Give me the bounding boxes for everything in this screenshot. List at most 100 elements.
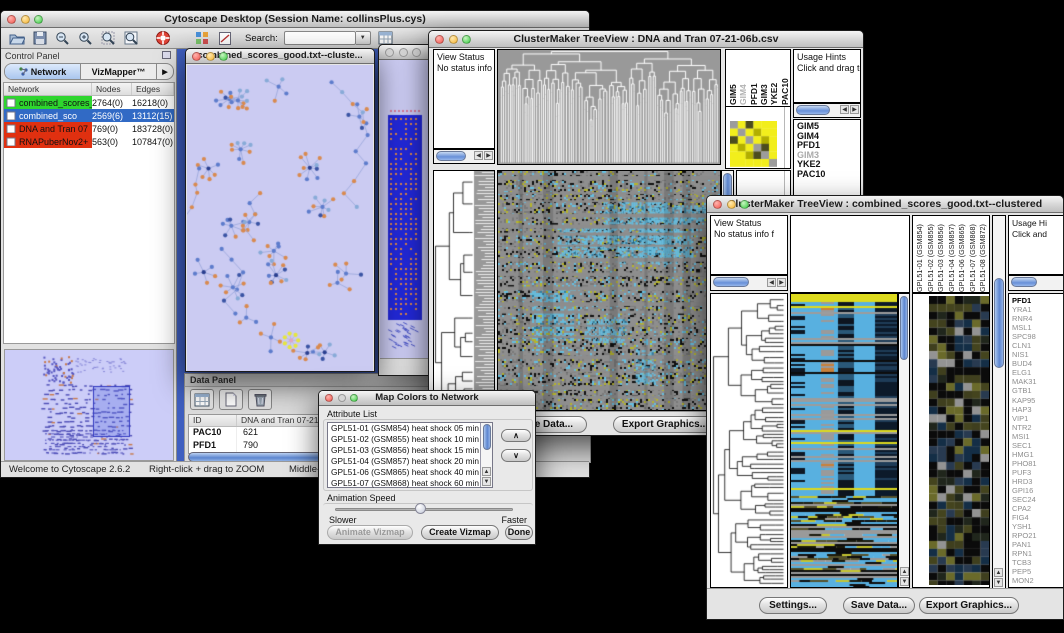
gene-name[interactable]: RPN1 [1012, 549, 1064, 558]
similarity-matrix-canvas[interactable] [730, 121, 777, 167]
animate-vizmap-button[interactable]: Animate Vizmap [327, 525, 413, 540]
zoom-button[interactable] [462, 35, 471, 44]
minimize-button[interactable] [449, 35, 458, 44]
gene-name[interactable]: MSI1 [1012, 432, 1064, 441]
heatmap-canvas[interactable] [497, 170, 721, 411]
attribute-item[interactable]: GPL51-01 (GSM854) heat shock 05 min [328, 423, 492, 434]
hscroll-thumb[interactable] [1011, 277, 1037, 287]
list-vscrollbar[interactable]: ▲ ▼ [480, 423, 492, 487]
gene-name[interactable]: MSL1 [1012, 323, 1064, 332]
attribute-item[interactable]: GPL51-06 (GSM865) heat shock 40 min [328, 467, 492, 478]
gene-name[interactable]: NTR2 [1012, 423, 1064, 432]
hscroll-thumb[interactable] [713, 277, 749, 287]
move-up-button[interactable]: ∧ [501, 429, 531, 442]
export-graphics-button[interactable]: Export Graphics... [613, 416, 717, 433]
gene-name[interactable]: RNR4 [1012, 314, 1064, 323]
search-input[interactable] [284, 31, 356, 45]
close-button[interactable] [325, 394, 333, 402]
gene-name[interactable]: PFD1 [1012, 296, 1064, 305]
gene-name[interactable]: SEC1 [1012, 441, 1064, 450]
gene-name[interactable]: PUF3 [1012, 468, 1064, 477]
zoom-button[interactable] [740, 200, 749, 209]
scroll-left-icon[interactable]: ◀ [840, 105, 849, 114]
gene-name[interactable]: FIG4 [1012, 513, 1064, 522]
close-button[interactable] [435, 35, 444, 44]
scroll-up-icon[interactable]: ▲ [994, 568, 1003, 577]
close-button[interactable] [713, 200, 722, 209]
birdseye-overview-canvas[interactable] [4, 349, 174, 461]
help-lifering-icon[interactable] [154, 30, 171, 46]
attribute-table-icon[interactable] [190, 389, 214, 410]
gene-name[interactable]: SEC24 [1012, 495, 1064, 504]
scroll-right-icon[interactable]: ▶ [777, 278, 786, 287]
network-list-row[interactable]: combined_scores_ 2764(0) 16218(0) [4, 96, 174, 109]
gene-name[interactable]: CLN1 [1012, 341, 1064, 350]
gene-name[interactable]: GPI16 [1012, 486, 1064, 495]
move-down-button[interactable]: ∨ [501, 449, 531, 462]
zoom-selected-icon[interactable] [100, 30, 117, 46]
view-status-hscrollbar[interactable]: ◀ ▶ [433, 149, 495, 164]
scroll-up-icon[interactable]: ▲ [900, 567, 909, 576]
detail-heatmap-canvas[interactable] [929, 296, 989, 585]
gene-name[interactable]: VIP1 [1012, 414, 1064, 423]
zoom-fit-icon[interactable] [123, 30, 140, 46]
search-dropdown-button[interactable]: ▼ [356, 31, 371, 45]
scroll-left-icon[interactable]: ◀ [767, 278, 776, 287]
delete-trash-icon[interactable] [248, 389, 272, 410]
export-graphics-button[interactable]: Export Graphics... [919, 597, 1019, 614]
right-vscrollbar[interactable]: ▲ ▼ [992, 215, 1006, 589]
hscroll-thumb[interactable] [436, 151, 466, 161]
tab-overflow-arrow[interactable]: ▶ [157, 64, 173, 79]
gene-name[interactable]: NIS1 [1012, 350, 1064, 359]
gene-name[interactable]: HMG1 [1012, 450, 1064, 459]
gene-name[interactable]: MAK31 [1012, 377, 1064, 386]
row-dendrogram-canvas[interactable] [710, 293, 788, 588]
scroll-up-icon[interactable]: ▲ [482, 467, 491, 476]
network-list-row[interactable]: RNAPuberNov2+ 563(0) 107847(0) [4, 135, 174, 148]
open-folder-icon[interactable] [8, 30, 25, 46]
gene-name[interactable]: SPC98 [1012, 332, 1064, 341]
expression-heatmap-canvas[interactable] [790, 293, 898, 588]
vscroll-thumb[interactable] [483, 424, 491, 450]
network-list-row[interactable]: combined_sco 2569(6) 13112(15) [4, 109, 174, 122]
close-button[interactable] [192, 52, 201, 61]
annotation-page-icon[interactable] [216, 30, 233, 46]
gene-name[interactable]: PEP5 [1012, 567, 1064, 576]
save-icon[interactable] [31, 30, 48, 46]
gene-name[interactable]: PAN1 [1012, 540, 1064, 549]
gene-name[interactable]: PAC10 [797, 170, 860, 180]
minimize-button[interactable] [338, 394, 346, 402]
attribute-item[interactable]: GPL51-03 (GSM856) heat shock 15 min [328, 445, 492, 456]
scroll-down-icon[interactable]: ▼ [900, 577, 909, 586]
slider-thumb[interactable] [415, 503, 426, 514]
tab-network[interactable]: Network [5, 64, 81, 79]
usage-hints-hscrollbar[interactable]: ◀ ▶ [793, 103, 861, 118]
network-list-row[interactable]: DNA and Tran 07 769(0) 183728(0) [4, 122, 174, 135]
attribute-item[interactable]: GPL51-07 (GSM868) heat shock 60 min [328, 478, 492, 489]
zoom-button[interactable] [412, 48, 421, 57]
column-dendrogram-canvas[interactable] [497, 49, 721, 165]
gene-name[interactable]: CPA2 [1012, 504, 1064, 513]
gene-name[interactable]: MON2 [1012, 576, 1064, 585]
main-titlebar[interactable]: Cytoscape Desktop (Session Name: collins… [1, 11, 589, 28]
gene-name[interactable]: TCB3 [1012, 558, 1064, 567]
float-panel-icon[interactable] [162, 51, 171, 59]
zoom-button[interactable] [350, 394, 358, 402]
row-dendrogram-canvas[interactable] [433, 170, 495, 411]
gene-name[interactable]: BUD4 [1012, 359, 1064, 368]
gene-name[interactable]: KAP95 [1012, 396, 1064, 405]
treeview1-titlebar[interactable]: ClusterMaker TreeView : DNA and Tran 07-… [429, 31, 863, 48]
zoom-in-icon[interactable] [77, 30, 94, 46]
minimize-button[interactable] [727, 200, 736, 209]
minimize-button[interactable] [21, 15, 30, 24]
scroll-left-icon[interactable]: ◀ [474, 151, 483, 160]
network-view-titlebar[interactable]: combined_scores_good.txt--cluste... [186, 49, 374, 64]
settings-button[interactable]: Settings... [759, 597, 827, 614]
close-button[interactable] [385, 48, 394, 57]
network-graph-canvas[interactable] [187, 65, 373, 371]
tab-vizmapper[interactable]: VizMapper™ [81, 64, 157, 79]
minimize-button[interactable] [206, 52, 215, 61]
new-attribute-page-icon[interactable] [219, 389, 243, 410]
gene-name[interactable]: YSH1 [1012, 522, 1064, 531]
gene-name[interactable]: RPO21 [1012, 531, 1064, 540]
